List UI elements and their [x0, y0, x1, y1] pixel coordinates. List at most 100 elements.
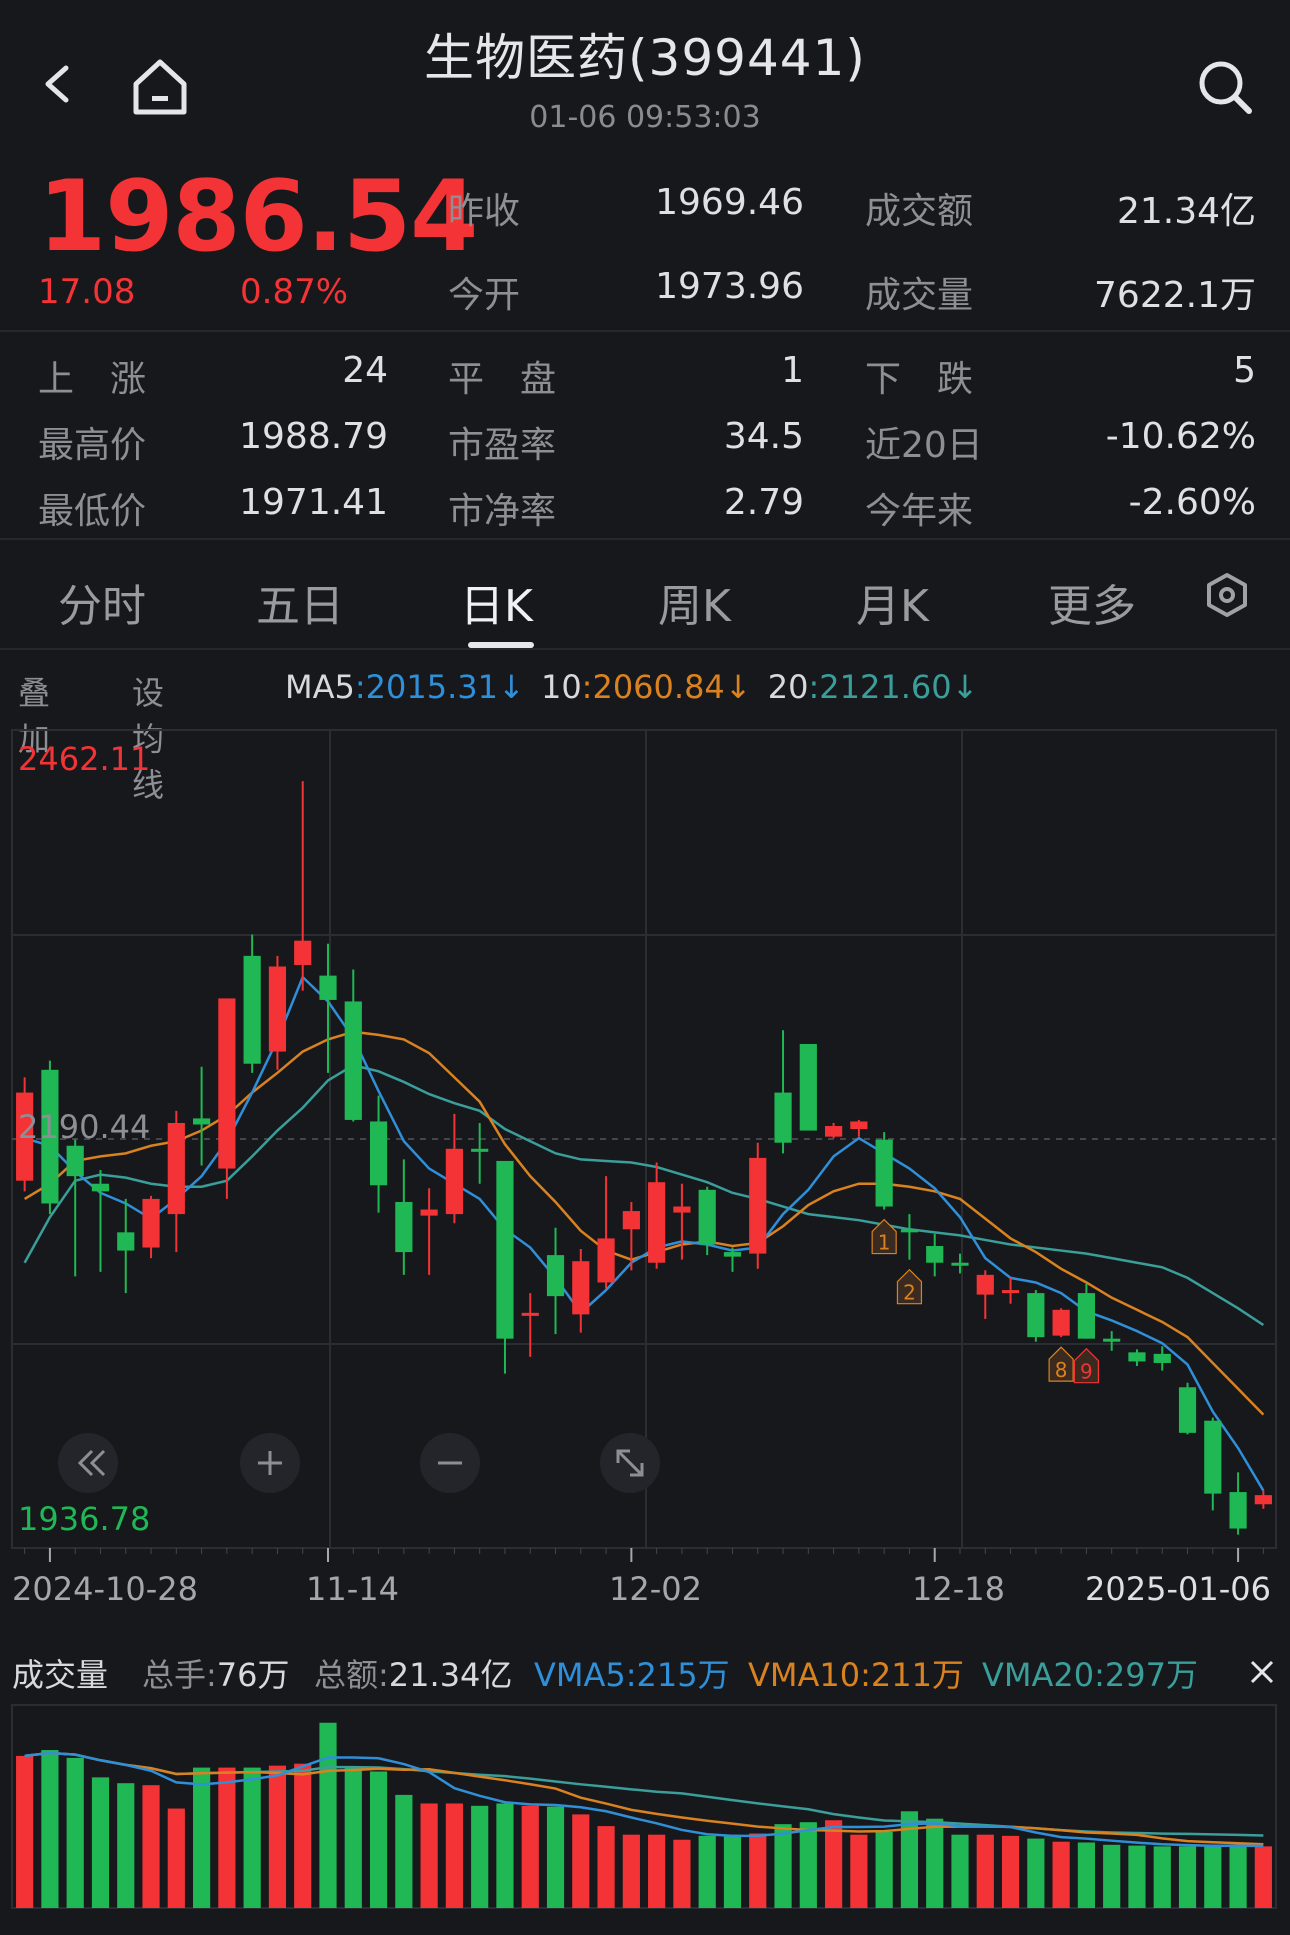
- ma20-line: [23, 1063, 1265, 1327]
- price-change: 17.08: [38, 272, 136, 312]
- volume-bar: [1229, 1844, 1247, 1908]
- volume-bar: [243, 1767, 261, 1908]
- candle-body: [91, 1183, 110, 1192]
- volume-bar: [597, 1826, 615, 1908]
- zoom-out-button[interactable]: [420, 1433, 480, 1493]
- volume-label: 成交量: [865, 275, 974, 316]
- price-change-pct: 0.87%: [240, 272, 349, 312]
- volume-bar: [16, 1755, 34, 1908]
- vma10-value: 211万: [870, 1656, 964, 1694]
- candle-body: [445, 1148, 463, 1215]
- last-price: 1986.54: [38, 160, 478, 274]
- ytd-label: 今年来: [865, 491, 974, 532]
- volume-bar: [91, 1777, 110, 1908]
- candle-body: [673, 1206, 691, 1213]
- reference-price-label: 2190.44: [18, 1108, 151, 1146]
- volume-bar: [875, 1831, 893, 1908]
- close-icon[interactable]: [1248, 1658, 1276, 1686]
- candle-body: [976, 1274, 994, 1295]
- tab-5day[interactable]: 五日: [256, 570, 344, 634]
- vma20-line: [24, 1751, 1264, 1837]
- vma20-legend: VMA20:297万: [982, 1650, 1198, 1696]
- down-count-value: 5: [1233, 350, 1256, 391]
- vma10-label: VMA10:: [748, 1656, 871, 1694]
- candle-body: [749, 1157, 767, 1254]
- signal-marker-label: 2: [903, 1281, 916, 1305]
- volume-total-amount: 总额:21.34亿: [314, 1650, 512, 1696]
- candle-body: [395, 1201, 413, 1253]
- minus-icon: [438, 1461, 462, 1465]
- total-hand-label: 总手:: [142, 1656, 217, 1694]
- volume-bar: [951, 1834, 969, 1908]
- candle-body: [1128, 1352, 1146, 1362]
- volume-bar: [799, 1822, 817, 1908]
- tab-monthly-k[interactable]: 月K: [856, 570, 929, 634]
- chart-settings-icon[interactable]: [1204, 572, 1250, 618]
- candle-body: [900, 1229, 919, 1233]
- vma5-legend: VMA5:215万: [534, 1650, 730, 1696]
- volume-bar: [319, 1722, 337, 1908]
- flat-count-value: 1: [781, 350, 804, 391]
- volume-bar: [825, 1820, 843, 1908]
- volume-bar: [1001, 1835, 1020, 1908]
- pe-label: 市盈率: [448, 425, 557, 466]
- prev-close-label: 昨收: [448, 191, 521, 232]
- tab-daily-k[interactable]: 日K: [460, 570, 533, 634]
- volume-total-hand: 总手:76万: [142, 1650, 290, 1696]
- candle-body: [799, 1043, 817, 1131]
- tab-more[interactable]: 更多: [1048, 570, 1136, 634]
- volume-bar: [698, 1835, 716, 1908]
- x-label-1202: 12-02: [609, 1570, 702, 1608]
- volume-bar: [218, 1767, 236, 1908]
- x-label-end: 2025-01-06: [1085, 1570, 1271, 1608]
- fullscreen-button[interactable]: [600, 1433, 660, 1493]
- candle-body: [369, 1121, 388, 1186]
- candle-body: [951, 1262, 969, 1266]
- candle-body: [774, 1092, 792, 1143]
- volume-bar: [1204, 1845, 1222, 1908]
- candle-body: [723, 1252, 742, 1257]
- candle-body: [1229, 1492, 1247, 1529]
- candle-body: [344, 1001, 362, 1120]
- volume-bar: [521, 1805, 539, 1908]
- candle-body: [66, 1145, 84, 1177]
- up-count-label: 上 涨: [38, 359, 147, 400]
- candle-body: [142, 1198, 160, 1248]
- prev-close-value: 1969.46: [655, 182, 804, 223]
- x-label-1218: 12-18: [912, 1570, 1005, 1608]
- candle-body: [268, 966, 287, 1052]
- candle-body: [1254, 1495, 1272, 1505]
- amount-label: 成交额: [865, 191, 974, 232]
- zoom-in-button[interactable]: [240, 1433, 300, 1493]
- scroll-left-button[interactable]: [58, 1433, 118, 1493]
- candle-body: [1178, 1387, 1197, 1433]
- candle-body: [420, 1209, 438, 1216]
- total-amount-value: 21.34亿: [388, 1656, 513, 1694]
- volume-bar: [167, 1808, 185, 1908]
- volume-bar: [774, 1824, 792, 1908]
- tab-intraday[interactable]: 分时: [58, 570, 146, 634]
- candle-body: [521, 1312, 539, 1316]
- candle-body: [1077, 1293, 1095, 1339]
- y-min-label: 1936.78: [18, 1500, 151, 1538]
- volume-bar: [142, 1785, 160, 1908]
- candlestick-chart[interactable]: 1 2 8 9: [0, 700, 1290, 1935]
- high-label: 最高价: [38, 425, 147, 466]
- total-hand-value: 76万: [216, 1656, 290, 1694]
- volume-bar: [1027, 1838, 1045, 1908]
- candle-body: [572, 1261, 590, 1315]
- quote-timestamp: 01-06 09:53:03: [529, 100, 761, 135]
- volume-bar: [41, 1750, 59, 1908]
- candle-body: [648, 1182, 666, 1263]
- plus-icon: [258, 1451, 282, 1475]
- candle-body: [243, 955, 261, 1064]
- volume-bar: [193, 1767, 211, 1908]
- search-icon[interactable]: [1196, 58, 1254, 116]
- volume-bar: [648, 1834, 666, 1908]
- volume-bar: [496, 1803, 514, 1908]
- tab-weekly-k[interactable]: 周K: [658, 570, 731, 634]
- d20-value: -10.62%: [1105, 416, 1256, 457]
- candle-body: [1204, 1420, 1222, 1494]
- volume-bar: [1103, 1844, 1121, 1908]
- vma20-value: 297万: [1104, 1656, 1198, 1694]
